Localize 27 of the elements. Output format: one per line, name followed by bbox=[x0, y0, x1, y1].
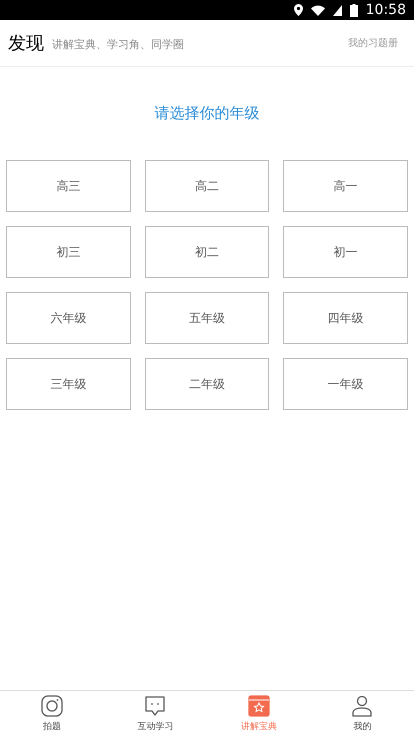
wifi-icon bbox=[310, 4, 325, 16]
grade-button[interactable]: 六年级 bbox=[6, 292, 131, 344]
grade-button[interactable]: 高一 bbox=[283, 160, 408, 212]
grade-button[interactable]: 二年级 bbox=[144, 358, 270, 410]
nav-tab[interactable]: 拍题 bbox=[0, 691, 104, 738]
book-icon bbox=[248, 694, 270, 717]
location-icon bbox=[294, 4, 303, 16]
grade-button[interactable]: 五年级 bbox=[144, 292, 270, 344]
grade-button[interactable]: 一年级 bbox=[283, 358, 408, 410]
chat-icon bbox=[144, 694, 166, 717]
grade-button[interactable]: 初二 bbox=[144, 226, 270, 278]
grade-prompt: 请选择你的年级 bbox=[154, 103, 260, 124]
nav-tab[interactable]: 我的 bbox=[310, 691, 414, 738]
page-title: 发现 bbox=[8, 32, 44, 56]
grade-button[interactable]: 初一 bbox=[283, 226, 408, 278]
page-subtitle: 讲解宝典、学习角、同学圈 bbox=[52, 36, 184, 53]
grade-button[interactable]: 高二 bbox=[144, 160, 270, 212]
grade-button[interactable]: 四年级 bbox=[283, 292, 408, 344]
battery-icon bbox=[350, 4, 358, 16]
grade-button[interactable]: 初三 bbox=[6, 226, 131, 278]
signal-icon bbox=[332, 4, 342, 16]
clock: 10:58 bbox=[366, 0, 406, 20]
grade-button[interactable]: 高三 bbox=[6, 160, 131, 212]
nav-tab[interactable]: 互动学习 bbox=[104, 691, 207, 738]
grade-button[interactable]: 三年级 bbox=[6, 358, 131, 410]
camera-icon bbox=[40, 694, 63, 717]
person-icon bbox=[351, 694, 374, 717]
